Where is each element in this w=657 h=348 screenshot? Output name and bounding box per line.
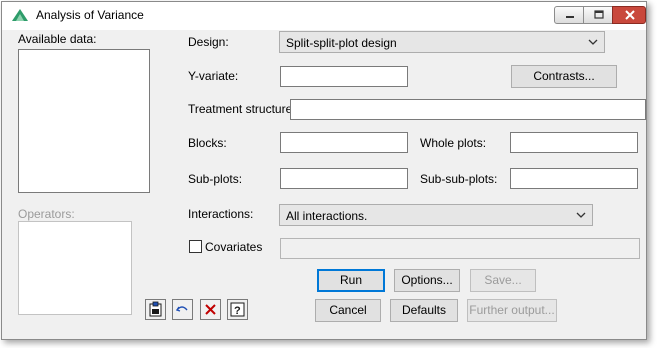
available-data-label: Available data: — [18, 32, 97, 46]
covariates-checkbox[interactable] — [189, 240, 202, 253]
sub-sub-plots-label: Sub-sub-plots: — [420, 172, 498, 186]
whole-plots-input[interactable] — [510, 132, 638, 153]
chevron-down-icon — [588, 39, 598, 45]
help-icon: ? — [230, 302, 245, 317]
restore-icon — [594, 10, 604, 19]
options-button[interactable]: Options... — [394, 269, 460, 292]
clear-icon — [205, 304, 216, 315]
blocks-label: Blocks: — [188, 136, 227, 150]
chevron-down-icon — [576, 212, 586, 218]
treatment-structure-input[interactable] — [290, 99, 646, 120]
undo-icon — [175, 306, 188, 312]
minimize-icon — [566, 16, 574, 18]
sub-plots-label: Sub-plots: — [188, 172, 243, 186]
operators-list — [18, 221, 132, 315]
further-output-button: Further output... — [467, 299, 557, 322]
y-variate-label: Y-variate: — [188, 69, 239, 83]
app-logo-icon — [12, 9, 28, 21]
interactions-select[interactable]: All interactions. — [279, 204, 593, 226]
clipboard-button[interactable] — [145, 299, 166, 320]
interactions-label: Interactions: — [188, 207, 254, 221]
whole-plots-label: Whole plots: — [420, 136, 487, 150]
covariates-label: Covariates — [205, 240, 263, 254]
design-select[interactable]: Split-split-plot design — [279, 31, 605, 53]
covariates-input — [280, 238, 640, 259]
clipboard-icon — [149, 301, 162, 317]
blocks-input[interactable] — [280, 132, 408, 153]
close-button[interactable] — [612, 6, 646, 24]
sub-plots-input[interactable] — [280, 168, 408, 189]
design-value: Split-split-plot design — [286, 36, 397, 50]
treatment-structure-label: Treatment structure: — [188, 102, 296, 116]
sub-sub-plots-input[interactable] — [510, 168, 638, 189]
y-variate-input[interactable] — [280, 66, 408, 87]
help-button[interactable]: ? — [227, 299, 248, 320]
operators-label: Operators: — [18, 207, 75, 221]
available-data-list[interactable] — [18, 49, 150, 193]
close-icon — [625, 10, 635, 20]
contrasts-button[interactable]: Contrasts... — [511, 65, 617, 88]
undo-button[interactable] — [172, 299, 193, 320]
run-button[interactable]: Run — [317, 269, 385, 292]
maximize-button[interactable] — [583, 6, 613, 24]
defaults-button[interactable]: Defaults — [390, 299, 458, 322]
dialog-window: Analysis of Variance Available data: Ope… — [1, 1, 647, 340]
save-button: Save... — [470, 269, 536, 292]
title-bar: Analysis of Variance — [2, 2, 646, 30]
svg-text:?: ? — [234, 305, 241, 317]
clear-button[interactable] — [200, 299, 221, 320]
cancel-button[interactable]: Cancel — [315, 299, 381, 322]
window-title: Analysis of Variance — [36, 8, 144, 22]
design-label: Design: — [188, 35, 229, 49]
minimize-button[interactable] — [554, 6, 584, 24]
interactions-value: All interactions. — [286, 209, 368, 223]
